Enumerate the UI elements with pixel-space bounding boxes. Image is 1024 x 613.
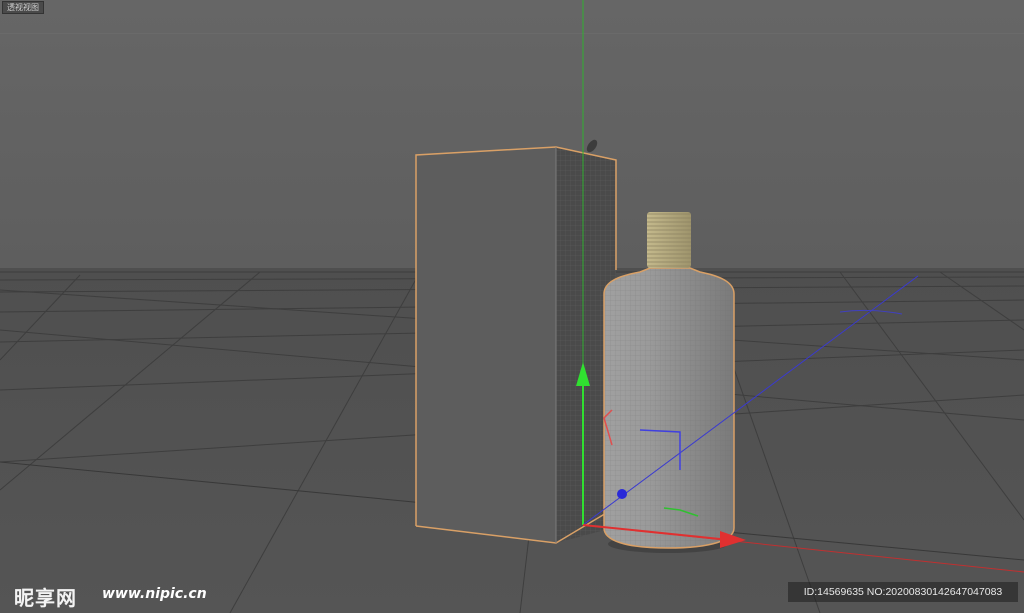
watermark-url: www.nipic.cn xyxy=(102,586,207,602)
bottle-cap-threads xyxy=(647,212,691,268)
bottle-mesh xyxy=(604,268,734,548)
box-front-face xyxy=(416,147,556,543)
viewport-canvas[interactable] xyxy=(0,0,1024,613)
z-axis-handle-icon[interactable] xyxy=(617,489,627,499)
watermark-logo: 昵享网 xyxy=(14,586,77,610)
image-id-badge: ID:14569635 NO:20200830142647047083 xyxy=(788,582,1018,602)
box-object[interactable] xyxy=(415,138,617,544)
3d-viewport[interactable]: 透视视图 xyxy=(0,0,1024,613)
view-label[interactable]: 透视视图 xyxy=(2,1,44,14)
horizon-band xyxy=(0,33,1024,34)
